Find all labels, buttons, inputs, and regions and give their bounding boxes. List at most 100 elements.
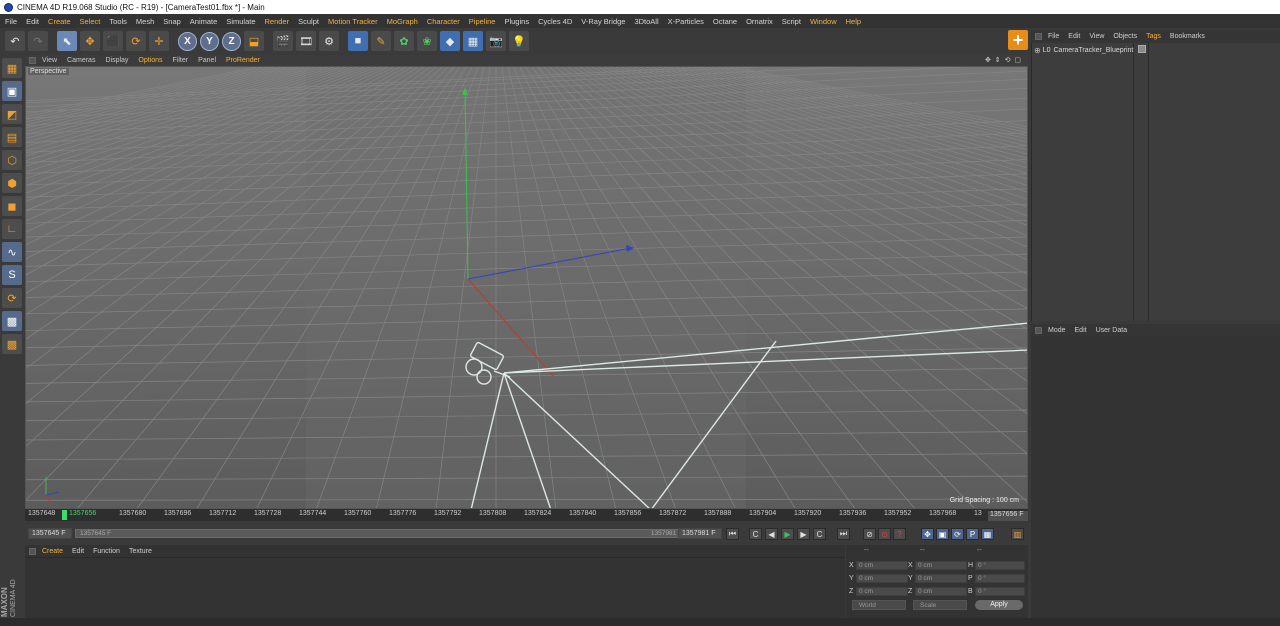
deformer-icon[interactable]: ❀	[417, 31, 437, 51]
viewport-menu-filter[interactable]: Filter	[173, 57, 189, 64]
menu-select[interactable]: Select	[80, 17, 101, 26]
objects-menu-file[interactable]: File	[1048, 33, 1059, 40]
attribute-manager-menu-icon[interactable]	[1035, 326, 1042, 334]
pen-spline-icon[interactable]: ✎	[371, 31, 391, 51]
workplane-lock-icon[interactable]: ⟳	[2, 288, 22, 308]
viewport-menu-icon[interactable]	[29, 57, 36, 64]
coord-rot-p-field[interactable]: 0 °	[975, 574, 1025, 583]
axis-mode-icon[interactable]: ∟	[2, 219, 22, 239]
keyframe-selection-icon[interactable]: ?	[893, 528, 906, 540]
polygons-mode-icon[interactable]: ◼	[2, 196, 22, 216]
scale-tool-icon[interactable]: ⬛	[103, 31, 123, 51]
menu-octane[interactable]: Octane	[713, 17, 737, 26]
record-active-objects-icon[interactable]: ⊘	[863, 528, 876, 540]
camera-icon[interactable]: 📷	[486, 31, 506, 51]
previous-key-icon[interactable]: C	[749, 528, 762, 540]
material-menu-create[interactable]: Create	[42, 548, 63, 555]
record-rotation-icon[interactable]: ⟳	[951, 528, 964, 540]
redo-icon[interactable]: ↷	[28, 31, 48, 51]
expand-icon[interactable]: ⊕	[1034, 46, 1041, 55]
floor-icon[interactable]: ▦	[463, 31, 483, 51]
coord-rot-b-field[interactable]: 0 °	[975, 587, 1025, 596]
menu-edit[interactable]: Edit	[26, 17, 39, 26]
timeline-layout-icon[interactable]: ▥	[1011, 528, 1024, 540]
next-frame-icon[interactable]: ▶	[797, 528, 810, 540]
object-row[interactable]: ⊕ L0 CameraTracker_Blueprint	[1034, 45, 1133, 55]
current-frame-field[interactable]: 1357656 F	[988, 511, 1028, 521]
viewport-menu-cameras[interactable]: Cameras	[67, 57, 95, 64]
menu-window[interactable]: Window	[810, 17, 837, 26]
live-selection-icon[interactable]: ⬉	[57, 31, 77, 51]
viewport-menu-view[interactable]: View	[42, 57, 57, 64]
add-layout-plus-icon[interactable]: +	[1008, 30, 1028, 50]
render-settings-icon[interactable]: ⚙	[319, 31, 339, 51]
planar-workplane-icon[interactable]: ▩	[2, 334, 22, 354]
menu-vray-bridge[interactable]: V-Ray Bridge	[581, 17, 625, 26]
menu-animate[interactable]: Animate	[190, 17, 218, 26]
viewport-menu-display[interactable]: Display	[105, 57, 128, 64]
edges-mode-icon[interactable]: ⬢	[2, 173, 22, 193]
model-mode-icon[interactable]: ▣	[2, 81, 22, 101]
viewport-menu-prorender[interactable]: ProRender	[226, 57, 260, 64]
recent-tool-icon[interactable]: ✛	[149, 31, 169, 51]
previous-frame-icon[interactable]: ◀	[765, 528, 778, 540]
coord-pos-x-field[interactable]: 0 cm	[856, 561, 908, 570]
menu-3dtoall[interactable]: 3DtoAll	[634, 17, 658, 26]
y-axis-lock-icon[interactable]: Y	[200, 31, 219, 51]
menu-motion-tracker[interactable]: Motion Tracker	[328, 17, 378, 26]
menu-file[interactable]: File	[5, 17, 17, 26]
start-frame-field[interactable]: 1357645 F	[28, 528, 72, 539]
make-editable-icon[interactable]: ▦	[2, 58, 22, 78]
texture-mode-icon[interactable]: ◩	[2, 104, 22, 124]
menu-sculpt[interactable]: Sculpt	[298, 17, 319, 26]
menu-ornatrix[interactable]: Ornatrix	[746, 17, 773, 26]
world-dropdown[interactable]: World	[852, 600, 906, 610]
object-name[interactable]: CameraTracker_Blueprint	[1054, 47, 1134, 54]
light-icon[interactable]: 💡	[509, 31, 529, 51]
tweak-mode-icon[interactable]: ∿	[2, 242, 22, 262]
go-to-start-icon[interactable]: ⏮	[726, 528, 739, 540]
attributes-menu-edit[interactable]: Edit	[1075, 327, 1087, 334]
record-scale-icon[interactable]: ▣	[936, 528, 949, 540]
apply-button[interactable]: Apply	[975, 600, 1023, 610]
record-pla-icon[interactable]: ▦	[981, 528, 994, 540]
menu-render[interactable]: Render	[265, 17, 290, 26]
menu-mograph[interactable]: MoGraph	[387, 17, 418, 26]
material-menu-function[interactable]: Function	[93, 548, 120, 555]
material-manager-area[interactable]	[25, 558, 845, 618]
menu-tools[interactable]: Tools	[109, 17, 127, 26]
record-parameter-icon[interactable]: P	[966, 528, 979, 540]
rotate-tool-icon[interactable]: ⟳	[126, 31, 146, 51]
x-axis-lock-icon[interactable]: X	[178, 31, 197, 51]
objects-menu-bookmarks[interactable]: Bookmarks	[1170, 33, 1205, 40]
menu-snap[interactable]: Snap	[163, 17, 181, 26]
viewport-menu-options[interactable]: Options	[138, 57, 162, 64]
workplane-icon[interactable]: ▤	[2, 127, 22, 147]
scene-icon[interactable]: ◆	[440, 31, 460, 51]
object-manager-list[interactable]: ⊕ L0 CameraTracker_Blueprint	[1031, 43, 1280, 321]
perspective-viewport[interactable]: Perspective Grid Spacing : 100 cm	[25, 66, 1028, 509]
attributes-menu-user-data[interactable]: User Data	[1096, 327, 1128, 334]
locked-workplane-icon[interactable]: ▩	[2, 311, 22, 331]
autokeying-icon[interactable]: ⊙	[878, 528, 891, 540]
objects-menu-edit[interactable]: Edit	[1068, 33, 1080, 40]
timeline-current-frame-marker[interactable]	[62, 510, 67, 520]
coord-pos-y-field[interactable]: 0 cm	[856, 574, 908, 583]
objects-menu-objects[interactable]: Objects	[1113, 33, 1137, 40]
objects-menu-tags[interactable]: Tags	[1146, 33, 1161, 40]
next-key-icon[interactable]: C	[813, 528, 826, 540]
coord-rot-h-field[interactable]: 0 °	[975, 561, 1025, 570]
menu-plugins[interactable]: Plugins	[504, 17, 529, 26]
viewport-navigation-icons[interactable]: ✥ ⇕ ⟲ ▢	[985, 56, 1022, 64]
menu-help[interactable]: Help	[846, 17, 861, 26]
attributes-menu-mode[interactable]: Mode	[1048, 327, 1066, 334]
play-forward-icon[interactable]: ▶	[781, 528, 794, 540]
go-to-end-icon[interactable]: ⏭	[837, 528, 850, 540]
coord-size-x-field[interactable]: 0 cm	[915, 561, 967, 570]
preview-range-slider[interactable]: 1357645 F 1357981 F	[75, 529, 687, 538]
end-frame-field[interactable]: 1357981 F	[678, 528, 722, 539]
coordinate-system-icon[interactable]: ⬓	[244, 31, 264, 51]
render-view-icon[interactable]: 🎬	[273, 31, 293, 51]
material-menu-icon[interactable]	[29, 547, 36, 555]
move-tool-icon[interactable]: ✥	[80, 31, 100, 51]
